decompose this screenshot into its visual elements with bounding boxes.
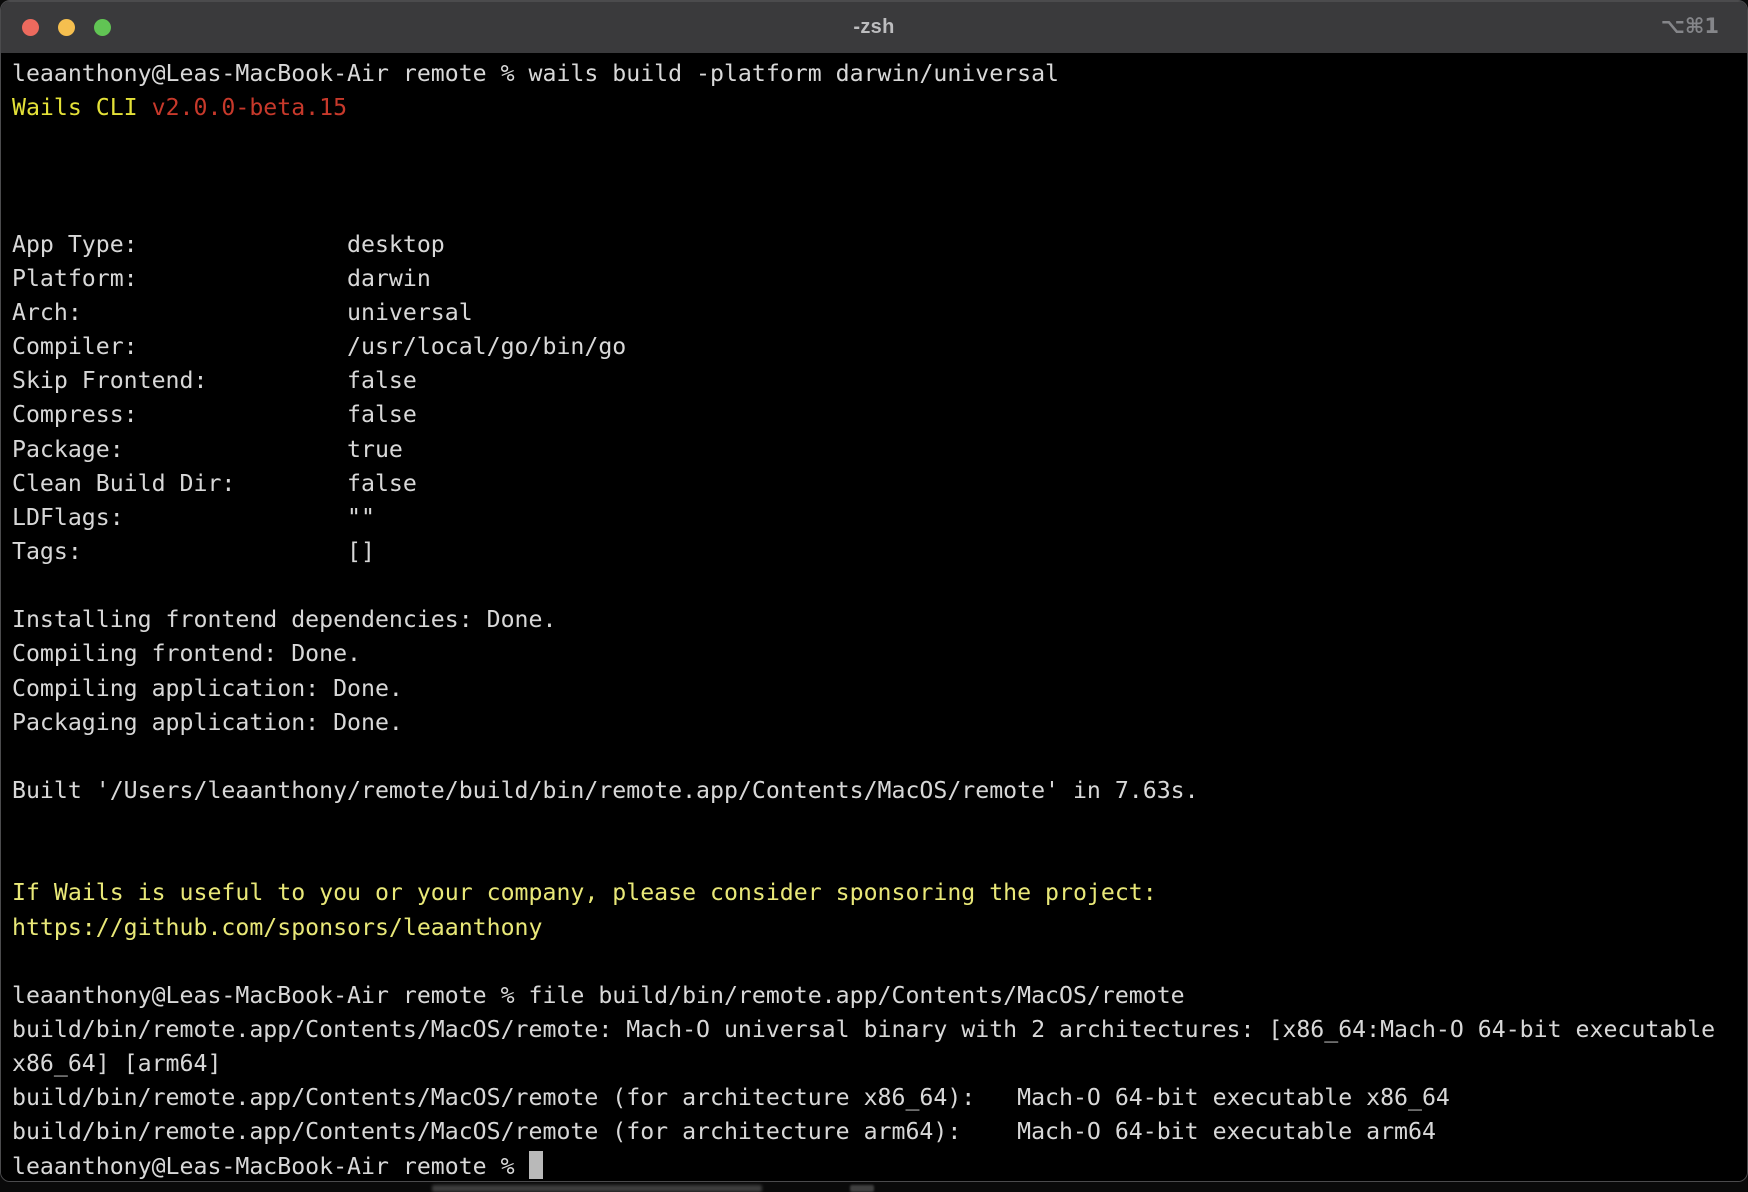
terminal-row: x86_64] [arm64] (12, 1047, 1747, 1081)
terminal-text: build/bin/remote.app/Contents/MacOS/remo… (12, 1084, 1450, 1111)
terminal-text: Package: true (12, 436, 403, 463)
zoom-button[interactable] (94, 19, 111, 36)
terminal-text: App Type: desktop (12, 231, 445, 258)
terminal-row (12, 945, 1747, 979)
terminal-row: Compiler: /usr/local/go/bin/go (12, 330, 1747, 364)
terminal-row: leaanthony@Leas-MacBook-Air remote % fil… (12, 979, 1747, 1013)
terminal-text: x86_64] [arm64] (12, 1050, 221, 1077)
background-artifact (432, 1185, 762, 1192)
terminal-row: Skip Frontend: false (12, 364, 1747, 398)
terminal-row (12, 125, 1747, 159)
terminal-text: Packaging application: Done. (12, 709, 403, 736)
terminal-window: -zsh ⌥⌘1 leaanthony@Leas-MacBook-Air rem… (0, 0, 1748, 1182)
terminal-text: Wails CLI (12, 94, 152, 121)
terminal-text: build/bin/remote.app/Contents/MacOS/remo… (12, 1016, 1715, 1043)
terminal-row: build/bin/remote.app/Contents/MacOS/remo… (12, 1115, 1747, 1149)
terminal-text: leaanthony@Leas-MacBook-Air remote % (12, 1153, 529, 1180)
terminal-row: If Wails is useful to you or your compan… (12, 876, 1747, 910)
terminal-row (12, 842, 1747, 876)
terminal-text: Platform: darwin (12, 265, 431, 292)
terminal-row (12, 808, 1747, 842)
terminal-text: leaanthony@Leas-MacBook-Air remote % wai… (12, 60, 1059, 87)
terminal-row (12, 194, 1747, 228)
terminal-text: build/bin/remote.app/Contents/MacOS/remo… (12, 1118, 1436, 1145)
terminal-row: leaanthony@Leas-MacBook-Air remote % (12, 1150, 1747, 1183)
terminal-text: https://github.com/sponsors/leaanthony (12, 914, 542, 941)
terminal-row: https://github.com/sponsors/leaanthony (12, 911, 1747, 945)
terminal-output[interactable]: leaanthony@Leas-MacBook-Air remote % wai… (1, 53, 1747, 1181)
traffic-lights (22, 19, 111, 36)
terminal-text: Compiling frontend: Done. (12, 640, 361, 667)
terminal-row: Compiling frontend: Done. (12, 637, 1747, 671)
terminal-text: leaanthony@Leas-MacBook-Air remote % fil… (12, 982, 1185, 1009)
terminal-text: Built '/Users/leaanthony/remote/build/bi… (12, 777, 1199, 804)
terminal-text: Tags: [] (12, 538, 375, 565)
terminal-row: App Type: desktop (12, 228, 1747, 262)
terminal-row: Arch: universal (12, 296, 1747, 330)
terminal-row: Installing frontend dependencies: Done. (12, 603, 1747, 637)
terminal-text: Compress: false (12, 401, 417, 428)
terminal-row: LDFlags: "" (12, 501, 1747, 535)
terminal-row: Package: true (12, 433, 1747, 467)
minimize-button[interactable] (58, 19, 75, 36)
terminal-text: Compiler: /usr/local/go/bin/go (12, 333, 626, 360)
terminal-row (12, 159, 1747, 193)
window-title: -zsh (853, 16, 894, 39)
terminal-row: build/bin/remote.app/Contents/MacOS/remo… (12, 1013, 1747, 1047)
terminal-text: Installing frontend dependencies: Done. (12, 606, 556, 633)
terminal-text: If Wails is useful to you or your compan… (12, 879, 1157, 906)
keyboard-shortcut-badge: ⌥⌘1 (1661, 14, 1719, 38)
terminal-row: Compress: false (12, 398, 1747, 432)
terminal-row: Wails CLI v2.0.0-beta.15 (12, 91, 1747, 125)
terminal-row (12, 569, 1747, 603)
close-button[interactable] (22, 19, 39, 36)
terminal-text: LDFlags: "" (12, 504, 375, 531)
terminal-row: Built '/Users/leaanthony/remote/build/bi… (12, 774, 1747, 808)
titlebar[interactable]: -zsh ⌥⌘1 (1, 1, 1747, 54)
terminal-text: Compiling application: Done. (12, 675, 403, 702)
terminal-row: Clean Build Dir: false (12, 467, 1747, 501)
terminal-row: Compiling application: Done. (12, 672, 1747, 706)
terminal-row: Tags: [] (12, 535, 1747, 569)
terminal-text: v2.0.0-beta.15 (152, 94, 347, 121)
terminal-row (12, 740, 1747, 774)
terminal-text: Skip Frontend: false (12, 367, 417, 394)
terminal-row: Packaging application: Done. (12, 706, 1747, 740)
terminal-text: Clean Build Dir: false (12, 470, 417, 497)
terminal-row: leaanthony@Leas-MacBook-Air remote % wai… (12, 57, 1747, 91)
terminal-row: build/bin/remote.app/Contents/MacOS/remo… (12, 1081, 1747, 1115)
terminal-row: Platform: darwin (12, 262, 1747, 296)
terminal-cursor (529, 1151, 543, 1179)
background-artifact (850, 1185, 874, 1192)
terminal-text: Arch: universal (12, 299, 473, 326)
